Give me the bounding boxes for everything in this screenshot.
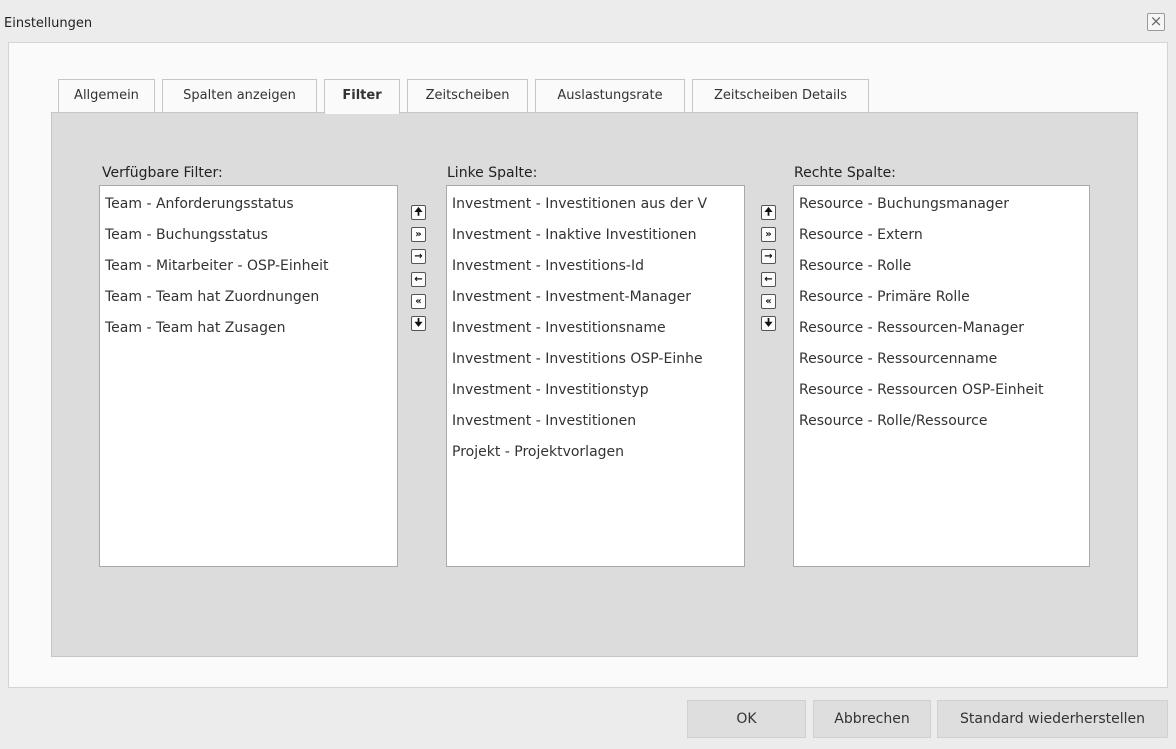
remove-all-icon[interactable]: « xyxy=(411,294,426,309)
list-item[interactable]: Team - Anforderungsstatus xyxy=(100,189,397,220)
left-column-list[interactable]: Investment - Investitionen aus der V Inv… xyxy=(446,185,745,567)
cancel-button[interactable]: Abbrechen xyxy=(813,700,931,738)
list-item[interactable]: Investment - Investitions-Id xyxy=(447,251,744,282)
dialog-title: Einstellungen xyxy=(4,16,93,31)
add-icon[interactable]: → xyxy=(411,249,426,264)
move-down-icon[interactable]: 🠋 xyxy=(411,316,426,331)
remove-all-icon[interactable]: « xyxy=(761,294,776,309)
left-column-label: Linke Spalte: xyxy=(447,165,538,181)
right-column-list[interactable]: Resource - Buchungsmanager Resource - Ex… xyxy=(793,185,1090,567)
list-item[interactable]: Resource - Rolle/Ressource xyxy=(794,406,1089,437)
list-item[interactable]: Team - Buchungsstatus xyxy=(100,220,397,251)
list-item[interactable]: Projekt - Projektvorlagen xyxy=(447,437,744,468)
tab-filter[interactable]: Filter xyxy=(324,79,400,114)
reset-defaults-button[interactable]: Standard wiederherstellen xyxy=(937,700,1168,738)
ok-button[interactable]: OK xyxy=(687,700,806,738)
list-item[interactable]: Team - Team hat Zuordnungen xyxy=(100,282,397,313)
list-item[interactable]: Resource - Ressourcen OSP-Einheit xyxy=(794,375,1089,406)
list-item[interactable]: Investment - Investitionstyp xyxy=(447,375,744,406)
list-item[interactable]: Team - Team hat Zusagen xyxy=(100,313,397,344)
list-item[interactable]: Investment - Investment-Manager xyxy=(447,282,744,313)
remove-icon[interactable]: ← xyxy=(761,272,776,287)
dialog-titlebar: Einstellungen × xyxy=(0,0,1176,40)
list-item[interactable]: Team - Mitarbeiter - OSP-Einheit xyxy=(100,251,397,282)
tab-spalten-anzeigen[interactable]: Spalten anzeigen xyxy=(162,79,317,112)
list-item[interactable]: Resource - Ressourcen-Manager xyxy=(794,313,1089,344)
list-item[interactable]: Investment - Investitionen xyxy=(447,406,744,437)
available-filters-list[interactable]: Team - Anforderungsstatus Team - Buchung… xyxy=(99,185,398,567)
remove-icon[interactable]: ← xyxy=(411,272,426,287)
move-up-icon[interactable]: 🠉 xyxy=(761,205,776,220)
move-up-icon[interactable]: 🠉 xyxy=(411,205,426,220)
list-item[interactable]: Resource - Ressourcenname xyxy=(794,344,1089,375)
add-all-icon[interactable]: » xyxy=(761,227,776,242)
list-item[interactable]: Investment - Investitionsname xyxy=(447,313,744,344)
list-item[interactable]: Resource - Buchungsmanager xyxy=(794,189,1089,220)
right-column-label: Rechte Spalte: xyxy=(794,165,896,181)
close-icon[interactable]: × xyxy=(1147,13,1165,31)
tab-zeitscheiben[interactable]: Zeitscheiben xyxy=(407,79,528,112)
tab-auslastungsrate[interactable]: Auslastungsrate xyxy=(535,79,685,112)
add-all-icon[interactable]: » xyxy=(411,227,426,242)
list-item[interactable]: Investment - Investitionen aus der V xyxy=(447,189,744,220)
move-down-icon[interactable]: 🠋 xyxy=(761,316,776,331)
list-item[interactable]: Resource - Primäre Rolle xyxy=(794,282,1089,313)
list-item[interactable]: Investment - Investitions OSP-Einhe xyxy=(447,344,744,375)
tab-zeitscheiben-details[interactable]: Zeitscheiben Details xyxy=(692,79,869,112)
list-item[interactable]: Resource - Rolle xyxy=(794,251,1089,282)
list-item[interactable]: Investment - Inaktive Investitionen xyxy=(447,220,744,251)
available-filters-label: Verfügbare Filter: xyxy=(102,165,223,181)
add-icon[interactable]: → xyxy=(761,249,776,264)
list-item[interactable]: Resource - Extern xyxy=(794,220,1089,251)
tab-allgemein[interactable]: Allgemein xyxy=(58,79,155,112)
